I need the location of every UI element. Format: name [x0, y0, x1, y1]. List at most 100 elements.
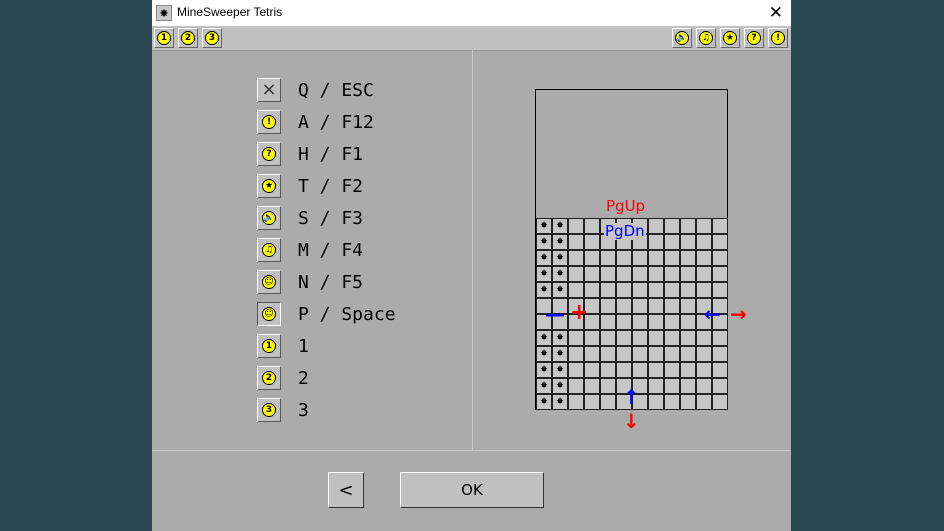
level-1-icon: 1: [157, 31, 171, 45]
board-cell: [616, 298, 632, 314]
board-cell: [616, 266, 632, 282]
shortcut-button[interactable]: 3: [257, 398, 281, 422]
board-cell: [664, 362, 680, 378]
board-cell: [680, 330, 696, 346]
shortcut-label: N / F5: [298, 272, 364, 293]
ok-button[interactable]: OK: [400, 472, 544, 508]
board-cell: [712, 330, 728, 346]
toolbar-level-1-button[interactable]: 1: [154, 28, 174, 48]
toolbar-help-button[interactable]: ?: [744, 28, 764, 48]
shortcut-label: P / Space: [298, 304, 396, 325]
shortcut-button[interactable]: ☺: [257, 302, 281, 326]
board-cell: [632, 282, 648, 298]
mine-cell: ✸: [536, 394, 552, 410]
board-cell: [664, 298, 680, 314]
mine-cell: ✸: [536, 378, 552, 394]
board-cell: [600, 314, 616, 330]
shortcut-label: Q / ESC: [298, 80, 374, 101]
board-cell: [648, 394, 664, 410]
board-cell: [568, 394, 584, 410]
mine-cell: ✸: [552, 394, 568, 410]
mine-cell: ✸: [536, 282, 552, 298]
mine-cell: ✸: [536, 234, 552, 250]
board-cell: [680, 362, 696, 378]
plus-sign: +: [570, 300, 589, 325]
board-cell: [616, 346, 632, 362]
toolbar-level-3-button[interactable]: 3: [202, 28, 222, 48]
shortcut-label: 3: [298, 400, 309, 421]
toolbar-music-button[interactable]: ♫: [696, 28, 716, 48]
board-cell: [664, 234, 680, 250]
mine-cell: ✸: [536, 330, 552, 346]
help-icon: ?: [747, 31, 761, 45]
board-cell: [712, 250, 728, 266]
shortcut-button[interactable]: 1: [257, 334, 281, 358]
shortcut-button[interactable]: 2: [257, 366, 281, 390]
move-right-arrow: →: [730, 302, 747, 326]
help-icon: ?: [262, 147, 276, 161]
shortcut-label: T / F2: [298, 176, 364, 197]
mine-cell: ✸: [552, 362, 568, 378]
board-cell: [600, 394, 616, 410]
board-cell: [696, 378, 712, 394]
back-button[interactable]: <: [328, 472, 364, 508]
board-cell: [696, 218, 712, 234]
up-arrow: ↑: [623, 385, 640, 409]
board-cell: [712, 394, 728, 410]
mine-cell: ✸: [536, 362, 552, 378]
shortcut-button[interactable]: ☺: [257, 270, 281, 294]
board-cell: [648, 218, 664, 234]
toolbar-level-2-button[interactable]: 2: [178, 28, 198, 48]
board-cell: [696, 266, 712, 282]
board-cell: [632, 266, 648, 282]
mine-cell: ✸: [536, 346, 552, 362]
board-cell: [616, 314, 632, 330]
board-cell: [696, 362, 712, 378]
board-cell: [680, 298, 696, 314]
board-cell: [696, 282, 712, 298]
shortcut-button[interactable]: ?: [257, 142, 281, 166]
mine-cell: ✸: [536, 266, 552, 282]
mine-cell: ✸: [552, 378, 568, 394]
board-cell: [648, 346, 664, 362]
board-cell: [600, 298, 616, 314]
shortcut-button[interactable]: ♫: [257, 238, 281, 262]
board-cell: [696, 346, 712, 362]
star-icon: ★: [262, 179, 276, 193]
star-icon: ★: [723, 31, 737, 45]
toolbar-star-button[interactable]: ★: [720, 28, 740, 48]
shortcut-label: S / F3: [298, 208, 364, 229]
board-cell: [712, 218, 728, 234]
board-cell: [632, 314, 648, 330]
board-cell: [664, 250, 680, 266]
shortcut-button[interactable]: !: [257, 110, 281, 134]
board-cell: [680, 394, 696, 410]
shortcut-label: A / F12: [298, 112, 374, 133]
board-cell: [568, 378, 584, 394]
board-cell: [648, 330, 664, 346]
board-cell: [712, 266, 728, 282]
pgdn-label: PgDn: [604, 222, 646, 240]
mine-cell: ✸: [552, 250, 568, 266]
board-cell: [664, 346, 680, 362]
toolbar-info-button[interactable]: !: [768, 28, 788, 48]
title-bar: ✸ MineSweeper Tetris ✕: [152, 0, 791, 26]
shortcut-label: M / F4: [298, 240, 364, 261]
tetris-board-diagram: ✸ ✸ ✸ ✸ ✸ ✸ ✸ ✸ ✸ ✸ ✸ ✸ ✸ ✸ ✸ ✸ ✸ ✸ ✸ ✸: [535, 89, 728, 410]
board-cell: [616, 282, 632, 298]
shortcut-button[interactable]: ×: [257, 78, 281, 102]
board-cell: [568, 330, 584, 346]
info-icon: !: [771, 31, 785, 45]
board-cell: [584, 250, 600, 266]
mine-cell: ✸: [552, 218, 568, 234]
board-cell: [664, 314, 680, 330]
board-cell: [664, 282, 680, 298]
close-button[interactable]: ✕: [769, 2, 783, 24]
board-cell: [632, 330, 648, 346]
board-cell: [600, 346, 616, 362]
toolbar-sound-button[interactable]: 🔊: [672, 28, 692, 48]
pgup-label: PgUp: [606, 197, 646, 215]
shortcut-button[interactable]: 🔊: [257, 206, 281, 230]
shortcut-button[interactable]: ★: [257, 174, 281, 198]
board-cell: [664, 330, 680, 346]
